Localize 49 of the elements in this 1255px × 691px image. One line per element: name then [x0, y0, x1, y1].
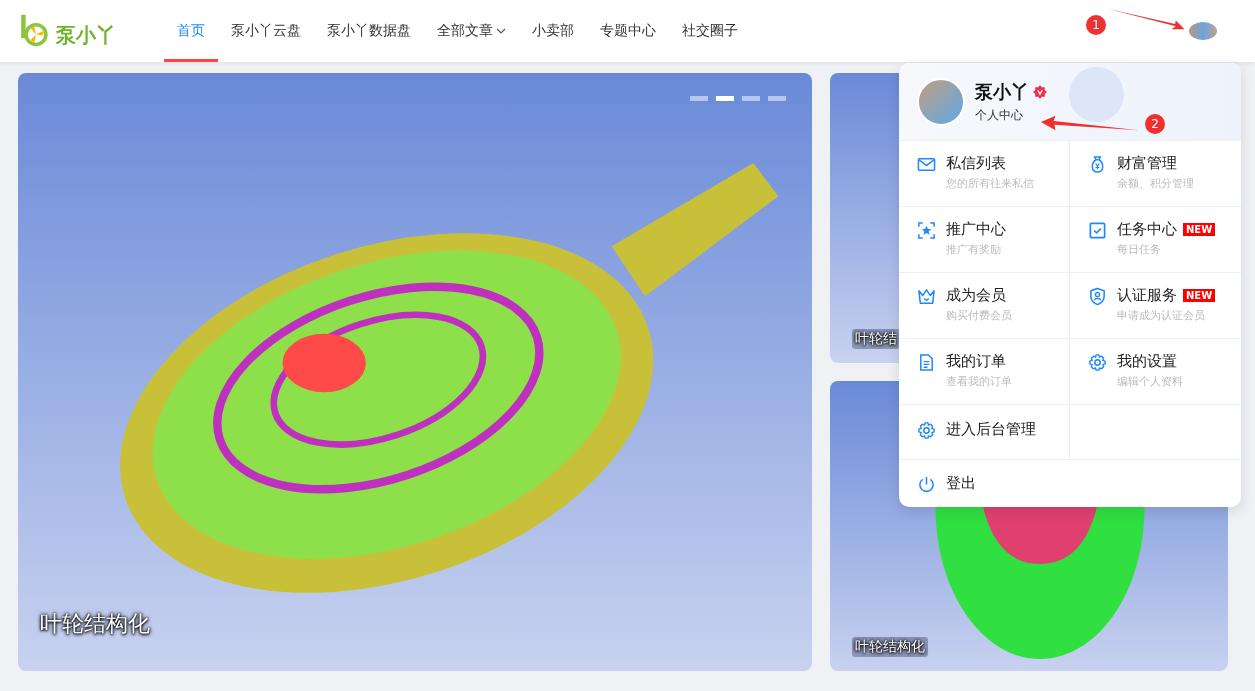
user-name: 泵小丫 [975, 79, 1029, 104]
menu-item[interactable]: 推广中心 推广有奖励 [899, 207, 1070, 273]
settings-icon [917, 421, 936, 440]
menu-item-title: 私信列表 [946, 154, 1006, 173]
menu-item[interactable]: 进入后台管理 [899, 405, 1070, 460]
crown-icon [917, 287, 936, 306]
menu-item-title: 我的设置 [1117, 352, 1177, 371]
menu-item-subtitle: 编辑个人资料 [1117, 374, 1183, 389]
menu-item[interactable]: 财富管理 余额、积分管理 [1070, 141, 1241, 207]
nav-link[interactable]: 小卖部 [519, 0, 587, 62]
menu-item-title: 认证服务 [1117, 286, 1177, 305]
document-icon [917, 353, 936, 372]
nav-link[interactable]: 泵小丫数据盘 [314, 0, 424, 62]
menu-item[interactable]: 我的设置 编辑个人资料 [1070, 339, 1241, 405]
new-badge: NEW [1183, 289, 1216, 302]
nav-link[interactable]: 首页 [164, 0, 218, 62]
nav-link[interactable]: 全部文章 [424, 0, 519, 62]
profile-link[interactable]: 个人中心 [975, 107, 1023, 122]
nav-link[interactable]: 社交圈子 [669, 0, 751, 62]
nav-link[interactable]: 泵小丫云盘 [218, 0, 314, 62]
avatar[interactable] [917, 77, 965, 126]
menu-item-title: 成为会员 [946, 286, 1006, 305]
menu-item[interactable]: 任务中心 NEW 每日任务 [1070, 207, 1241, 273]
menu-item-subtitle: 购买付费会员 [946, 308, 1012, 323]
power-icon [917, 474, 936, 494]
new-badge: NEW [1183, 223, 1216, 236]
mail-icon [917, 155, 936, 174]
menu-item-subtitle: 查看我的订单 [946, 374, 1012, 389]
menu-item[interactable]: 私信列表 您的所有往来私信 [899, 141, 1070, 207]
menu-item-subtitle: 每日任务 [1117, 242, 1162, 257]
menu-item-subtitle: 您的所有往来私信 [946, 176, 1034, 191]
logout-item[interactable]: 登出 [899, 460, 1241, 507]
menu-item-title: 财富管理 [1117, 154, 1177, 173]
menu-item-subtitle: 推广有奖励 [946, 242, 1002, 257]
menu-item[interactable]: 我的订单 查看我的订单 [899, 339, 1070, 405]
card-caption: 叶轮结构化 [852, 637, 928, 657]
menu-item-title: 任务中心 [1117, 220, 1177, 239]
checkbox-icon [1088, 221, 1107, 240]
menu-item-title: 我的订单 [946, 352, 1006, 371]
settings-icon [1088, 353, 1107, 372]
menu-item-title: 推广中心 [946, 220, 1006, 239]
shield-icon [1088, 287, 1107, 306]
nav-link[interactable]: 专题中心 [587, 0, 669, 62]
slide-caption: 叶轮结构化 [40, 610, 150, 638]
menu-item-title: 进入后台管理 [946, 420, 1036, 439]
avatar[interactable] [1189, 22, 1217, 40]
menu-item-subtitle: 余额、积分管理 [1117, 176, 1194, 191]
menu-item[interactable]: 成为会员 购买付费会员 [899, 273, 1070, 339]
star-icon [917, 221, 936, 240]
